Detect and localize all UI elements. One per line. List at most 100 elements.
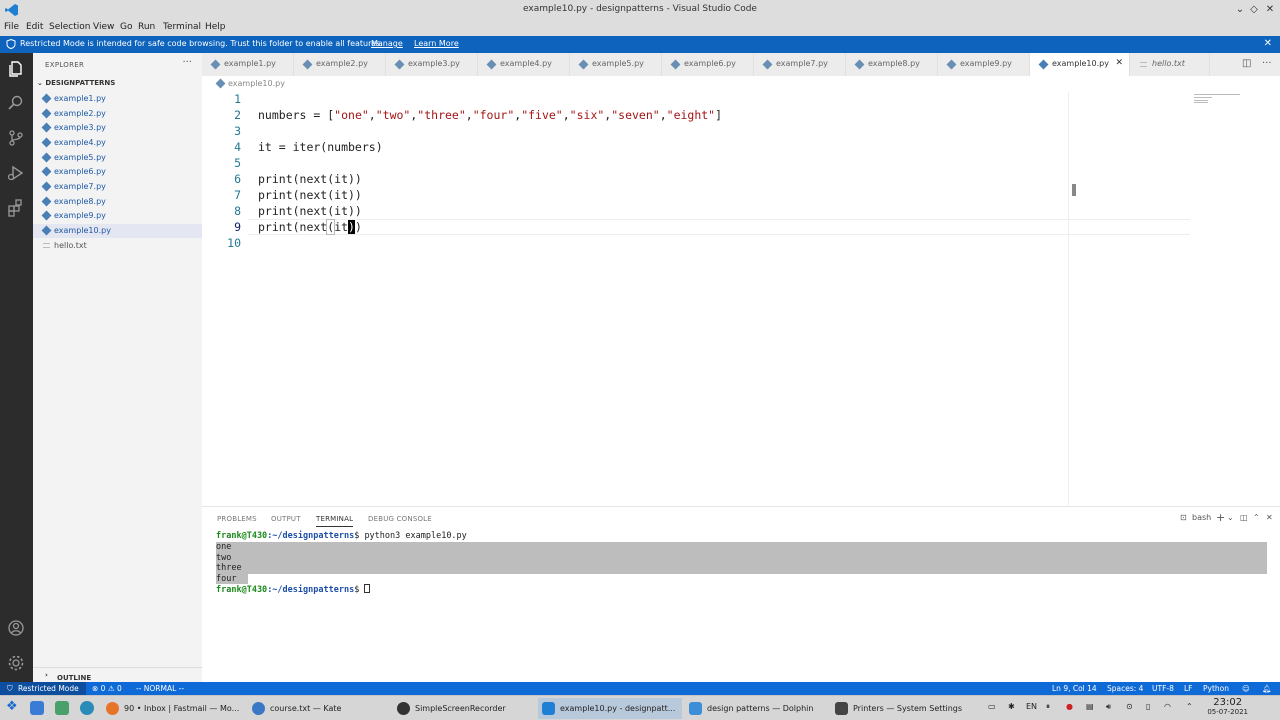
notifications-icon[interactable]: ⊙	[1126, 702, 1133, 711]
menu-view[interactable]: View	[93, 22, 114, 32]
file-item-example7[interactable]: example7.py	[33, 180, 202, 194]
menu-go[interactable]: Go	[120, 22, 132, 32]
tab-example6[interactable]: example6.py	[662, 53, 754, 76]
tab-example5[interactable]: example5.py	[570, 53, 662, 76]
menu-selection[interactable]: Selection	[49, 22, 90, 32]
file-item-example10[interactable]: example10.py	[33, 224, 202, 238]
app-launcher-icon[interactable]: ❖	[6, 699, 20, 714]
code-editor[interactable]: 1 2 3 4 5 6 7 8 9 10 numbers = ["one","t…	[202, 92, 1270, 506]
account-icon[interactable]	[6, 618, 26, 638]
close-window-icon[interactable]: ✕	[1262, 2, 1278, 18]
menu-terminal[interactable]: Terminal	[163, 22, 201, 32]
tab-terminal[interactable]: TERMINAL	[316, 515, 354, 527]
tab-debug-console[interactable]: DEBUG CONSOLE	[368, 515, 432, 523]
tray-expand-icon[interactable]: ⌃	[1186, 702, 1193, 711]
close-tab-icon[interactable]: ✕	[1115, 58, 1123, 68]
split-terminal-icon[interactable]: ◫	[1240, 513, 1248, 522]
bluetooth-icon[interactable]: ✱	[1008, 702, 1015, 711]
browser-icon[interactable]	[80, 701, 94, 715]
file-item-example8[interactable]: example8.py	[33, 195, 202, 209]
file-item-example4[interactable]: example4.py	[33, 136, 202, 150]
file-item-example3[interactable]: example3.py	[33, 121, 202, 135]
manage-link[interactable]: Manage	[371, 39, 403, 48]
python-file-icon	[394, 59, 405, 70]
task-dolphin[interactable]: design patterns — Dolphin	[685, 698, 827, 719]
outline-section[interactable]: › OUTLINE	[33, 667, 202, 682]
display-icon[interactable]: ▭	[988, 702, 996, 711]
maximize-icon[interactable]: ◇	[1246, 2, 1262, 18]
tab-example3[interactable]: example3.py	[386, 53, 478, 76]
breadcrumb-file[interactable]: example10.py	[228, 79, 285, 88]
workspace-folder[interactable]: ⌄ DESIGNPATTERNS	[37, 79, 115, 87]
task-fastmail[interactable]: 90 • Inbox | Fastmail — Mo...	[102, 698, 244, 719]
code-line-6: print(next(it))	[258, 172, 362, 186]
chevron-down-icon[interactable]: ⌄	[1227, 513, 1234, 522]
menu-file[interactable]: File	[4, 22, 19, 32]
terminal-output-line: one	[216, 542, 232, 552]
battery-icon[interactable]: ▯	[1146, 702, 1150, 711]
file-item-example1[interactable]: example1.py	[33, 92, 202, 106]
settings-gear-icon[interactable]	[6, 653, 26, 673]
terminal-shell-select[interactable]: bash	[1192, 513, 1211, 522]
task-system-settings[interactable]: Printers — System Settings	[831, 698, 973, 719]
task-screen-recorder[interactable]: SimpleScreenRecorder	[393, 698, 535, 719]
end-of-line[interactable]: LF	[1184, 684, 1193, 693]
tab-example8[interactable]: example8.py	[846, 53, 938, 76]
chevron-up-icon[interactable]: ⌃	[1253, 513, 1260, 522]
file-item-example6[interactable]: example6.py	[33, 165, 202, 179]
split-editor-icon[interactable]: ◫	[1242, 58, 1251, 69]
tab-hello-txt[interactable]: hello.txt	[1130, 53, 1210, 76]
tab-output[interactable]: OUTPUT	[271, 515, 301, 523]
task-vscode[interactable]: example10.py - designpatt...	[538, 698, 682, 719]
run-debug-icon[interactable]	[6, 163, 26, 183]
search-icon[interactable]	[6, 93, 26, 113]
tab-example4[interactable]: example4.py	[478, 53, 570, 76]
close-banner-icon[interactable]: ✕	[1264, 38, 1272, 49]
more-actions-icon[interactable]: ···	[182, 57, 192, 68]
tab-example1[interactable]: example1.py	[202, 53, 294, 76]
learn-more-link[interactable]: Learn More	[414, 39, 459, 48]
clipboard-icon[interactable]: ▤	[1086, 702, 1094, 711]
editor-scrollbar[interactable]	[1068, 92, 1080, 506]
volume-icon[interactable]: 🔊︎	[1106, 702, 1111, 712]
errors-status[interactable]: ⊗ 0 ⚠ 0	[92, 684, 122, 693]
desktop-icon[interactable]	[30, 701, 44, 715]
file-item-example2[interactable]: example2.py	[33, 107, 202, 121]
clock[interactable]: 23:02 05-07-2021	[1207, 697, 1248, 716]
indentation[interactable]: Spaces: 4	[1107, 684, 1143, 693]
encoding[interactable]: UTF-8	[1152, 684, 1174, 693]
tab-example7[interactable]: example7.py	[754, 53, 846, 76]
bell-icon[interactable]: 🔔︎	[1262, 684, 1272, 693]
banner-text: Restricted Mode is intended for safe cod…	[20, 39, 383, 48]
restricted-mode-status[interactable]: ⛉ Restricted Mode	[0, 682, 86, 695]
minimap[interactable]	[1194, 92, 1250, 112]
tab-example10[interactable]: example10.py ✕	[1030, 53, 1130, 76]
wifi-icon[interactable]: ◠	[1164, 702, 1171, 711]
tab-example2[interactable]: example2.py	[294, 53, 386, 76]
keyboard-layout[interactable]: EN	[1026, 702, 1037, 711]
menu-run[interactable]: Run	[138, 22, 155, 32]
cursor-position[interactable]: Ln 9, Col 14	[1052, 684, 1097, 693]
file-item-hello-txt[interactable]: hello.txt	[33, 239, 202, 253]
menu-edit[interactable]: Edit	[26, 22, 43, 32]
language-mode[interactable]: Python	[1203, 684, 1229, 693]
package-icon[interactable]	[55, 701, 69, 715]
menu-help[interactable]: Help	[205, 22, 226, 32]
new-terminal-icon[interactable]: +	[1216, 511, 1225, 524]
source-control-icon[interactable]	[6, 128, 26, 148]
line-number: 5	[234, 156, 241, 170]
media-pause-icon[interactable]: ⏸	[1046, 702, 1050, 712]
file-item-example9[interactable]: example9.py	[33, 209, 202, 223]
more-actions-icon[interactable]: ···	[1262, 58, 1272, 69]
python-file-icon	[210, 59, 221, 70]
explorer-icon[interactable]	[6, 59, 26, 79]
close-panel-icon[interactable]: ✕	[1266, 513, 1273, 522]
task-kate[interactable]: course.txt — Kate	[248, 698, 388, 719]
tab-example9[interactable]: example9.py	[938, 53, 1030, 76]
python-file-icon	[946, 59, 957, 70]
tab-problems[interactable]: PROBLEMS	[217, 515, 257, 523]
record-icon[interactable]: ●	[1066, 702, 1073, 711]
feedback-icon[interactable]: ☺	[1242, 684, 1250, 693]
file-item-example5[interactable]: example5.py	[33, 151, 202, 165]
extensions-icon[interactable]	[6, 198, 26, 218]
